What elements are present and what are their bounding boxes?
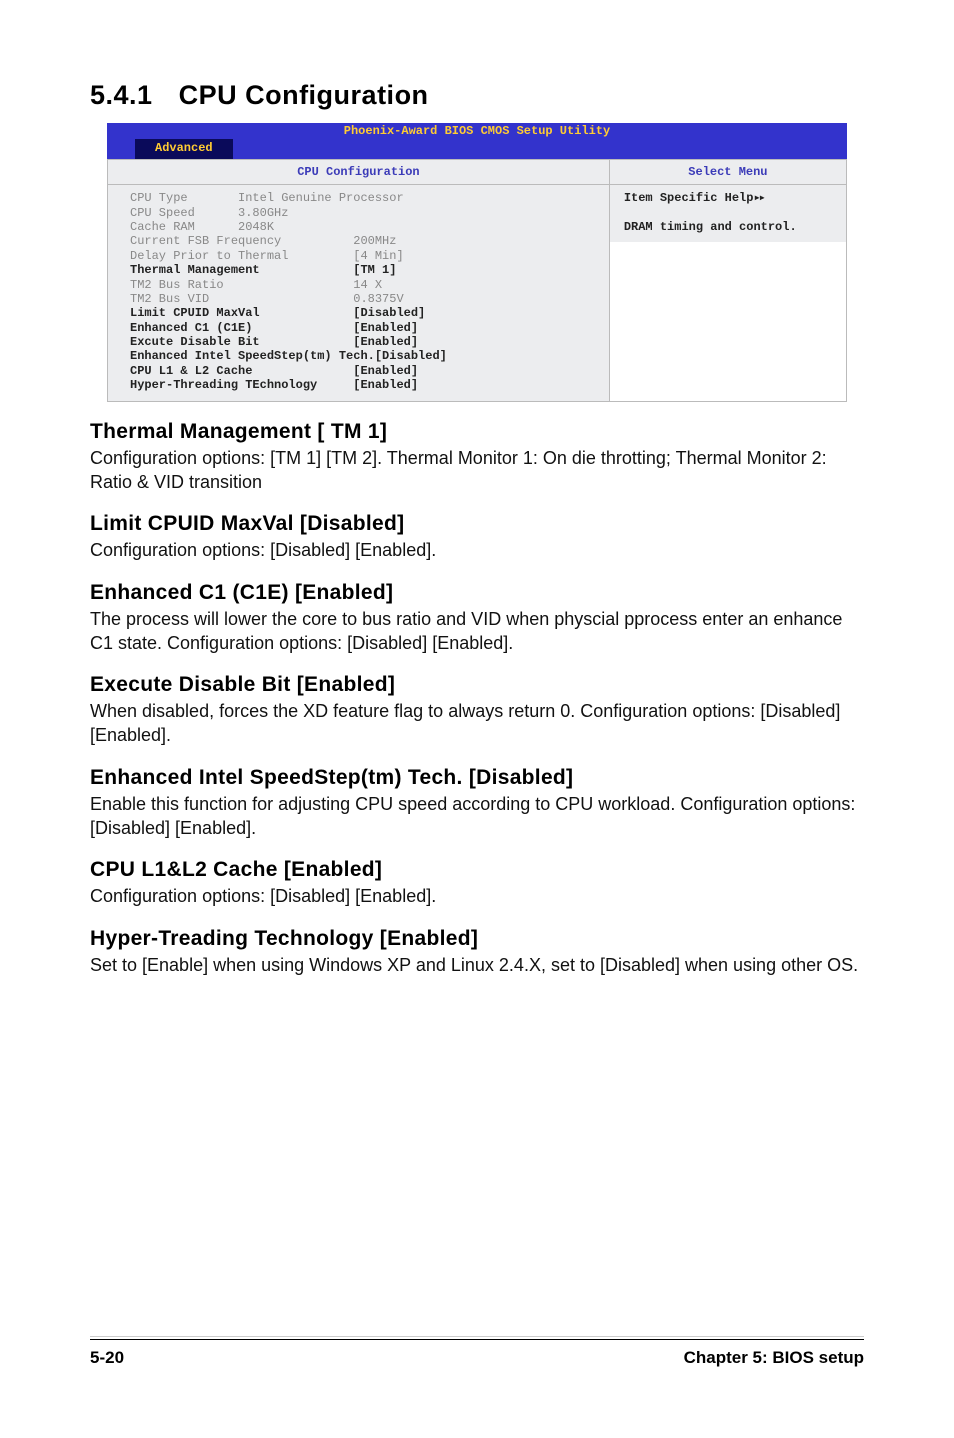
bios-setting-row: Hyper-Threading TEchnology [Enabled] [130,378,599,392]
section-number: 5.4.1 [90,80,153,110]
chapter-label: Chapter 5: BIOS setup [684,1348,864,1368]
subsection-body: Configuration options: [Disabled] [Enabl… [90,538,864,562]
bios-left-header: CPU Configuration [108,160,609,185]
bios-setting-row: Delay Prior to Thermal [4 Min] [130,249,599,263]
bios-setting-row: Enhanced C1 (C1E) [Enabled] [130,321,599,335]
bios-right-column: Select Menu Item Specific Help▸▸ DRAM ti… [610,160,846,401]
subsection-heading: Thermal Management [ TM 1] [90,420,864,444]
bios-settings-list: CPU Type Intel Genuine ProcessorCPU Spee… [108,185,609,400]
forward-arrows-icon: ▸▸ [753,191,763,205]
subsection-body: Enable this function for adjusting CPU s… [90,792,864,841]
bios-help-line2: DRAM timing and control. [624,220,836,234]
bios-setting-row: Current FSB Frequency 200MHz [130,234,599,248]
bios-help-panel: Item Specific Help▸▸ DRAM timing and con… [610,185,846,242]
subsection-body: Configuration options: [Disabled] [Enabl… [90,884,864,908]
subsection-body: Configuration options: [TM 1] [TM 2]. Th… [90,446,864,495]
bios-setting-row: CPU L1 & L2 Cache [Enabled] [130,364,599,378]
subsection-heading: Hyper-Treading Technology [Enabled] [90,927,864,951]
page-footer: 5-20 Chapter 5: BIOS setup [90,1339,864,1368]
bios-setting-row: CPU Type Intel Genuine Processor [130,191,599,205]
bios-left-column: CPU Configuration CPU Type Intel Genuine… [108,160,610,401]
bios-utility-title: Phoenix-Award BIOS CMOS Setup Utility [107,123,847,139]
subsection-body: Set to [Enable] when using Windows XP an… [90,953,864,977]
bios-tab-advanced: Advanced [135,139,233,158]
bios-screenshot: Phoenix-Award BIOS CMOS Setup Utility Ad… [107,123,847,402]
bios-help-line1: Item Specific Help▸▸ [624,191,836,205]
subsection-body: The process will lower the core to bus r… [90,607,864,656]
page-number: 5-20 [90,1348,124,1368]
subsection-body: When disabled, forces the XD feature fla… [90,699,864,748]
subsection-heading: Enhanced Intel SpeedStep(tm) Tech. [Disa… [90,766,864,790]
subsection-heading: CPU L1&L2 Cache [Enabled] [90,858,864,882]
bios-setting-row: Thermal Management [TM 1] [130,263,599,277]
bios-tab-bar: Advanced [107,139,847,158]
bios-setting-row: Limit CPUID MaxVal [Disabled] [130,306,599,320]
subsection-heading: Execute Disable Bit [Enabled] [90,673,864,697]
description-sections: Thermal Management [ TM 1]Configuration … [90,420,864,977]
bios-setting-row: Enhanced Intel SpeedStep(tm) Tech.[Disab… [130,349,599,363]
section-title-text: CPU Configuration [179,80,429,110]
bios-setting-row: CPU Speed 3.80GHz [130,206,599,220]
bios-setting-row: Cache RAM 2048K [130,220,599,234]
subsection-heading: Enhanced C1 (C1E) [Enabled] [90,581,864,605]
section-heading: 5.4.1 CPU Configuration [90,80,864,111]
bios-setting-row: TM2 Bus Ratio 14 X [130,278,599,292]
bios-body: CPU Configuration CPU Type Intel Genuine… [107,159,847,402]
bios-setting-row: TM2 Bus VID 0.8375V [130,292,599,306]
bios-setting-row: Excute Disable Bit [Enabled] [130,335,599,349]
bios-right-header: Select Menu [610,160,846,185]
subsection-heading: Limit CPUID MaxVal [Disabled] [90,512,864,536]
